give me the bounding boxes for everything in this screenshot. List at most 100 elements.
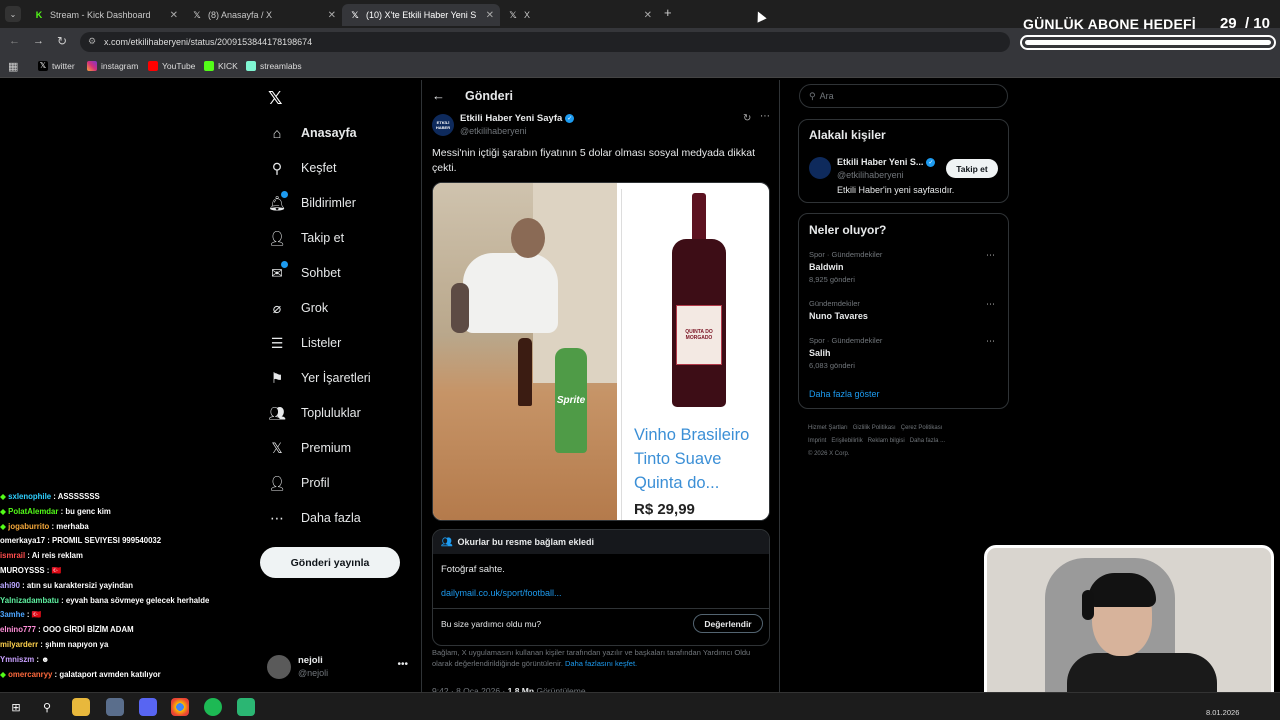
more-icon[interactable]: ⋯ bbox=[760, 111, 770, 122]
author-handle[interactable]: @etkilihaberyeni bbox=[460, 126, 527, 136]
wine-bottle bbox=[518, 338, 532, 406]
nav-messages[interactable]: ✉ Sohbet bbox=[268, 261, 341, 282]
forward-icon[interactable]: → bbox=[33, 35, 44, 47]
chat-message: 3amhe : 🇹🇷 bbox=[0, 608, 250, 623]
tab-x-post[interactable]: 𝕏 (10) X'te Etkili Haber Yeni Sayfa ✕ bbox=[342, 4, 500, 26]
close-tab-icon[interactable]: ✕ bbox=[328, 10, 336, 21]
trend-item[interactable]: Gündemdekiler Nuno Tavares ⋯ bbox=[809, 299, 999, 321]
more-icon[interactable]: ⋯ bbox=[986, 299, 995, 310]
show-more-link[interactable]: Daha fazla göster bbox=[809, 389, 880, 399]
chat-text: : ☻ bbox=[34, 654, 50, 664]
relevant-people-title: Alakalı kişiler bbox=[809, 128, 886, 142]
trend-item[interactable]: Spor · Gündemdekiler Salih 6,083 gönderi… bbox=[809, 336, 999, 370]
chrome-icon[interactable] bbox=[171, 698, 189, 716]
nav-follow[interactable]: 👤︎ Takip et bbox=[268, 229, 344, 247]
post-column: ← Gönderi ETKİLİ HABER Etkili Haber Yeni… bbox=[421, 80, 780, 696]
spotify-icon[interactable] bbox=[204, 698, 222, 716]
goal-count: 29 / 10 bbox=[1219, 15, 1270, 32]
nav-profile[interactable]: 👤︎ Profil bbox=[268, 474, 329, 492]
sprite-bottle: Sprite bbox=[555, 348, 587, 453]
more-icon[interactable]: ••• bbox=[397, 659, 408, 670]
note-source-link[interactable]: dailymail.co.uk/sport/football... bbox=[441, 588, 562, 598]
trend-item[interactable]: Spor · Gündemdekiler Baldwin 8,925 gönde… bbox=[809, 250, 999, 284]
bookmark-instagram[interactable]: instagram bbox=[87, 61, 138, 71]
nav-explore[interactable]: ⚲ Keşfet bbox=[268, 159, 337, 177]
grok-icon: ⌀ bbox=[272, 299, 282, 316]
chat-text: : Ai reis reklam bbox=[25, 551, 83, 561]
nav-premium[interactable]: 𝕏 Premium bbox=[268, 439, 351, 457]
taskbar-date: 8.01.2026 bbox=[1206, 708, 1240, 717]
chat-message: ◆ sxlenophile : ASSSSSSS bbox=[0, 490, 250, 505]
subscriber-badge-icon: ◆ bbox=[0, 669, 9, 679]
chat-username: elnino777 bbox=[0, 625, 36, 635]
post-image[interactable]: Sprite QUINTA DO MORGADO Vinho Brasileir… bbox=[432, 182, 770, 521]
reload-icon[interactable]: ↻ bbox=[57, 34, 67, 48]
chat-username: sxlenophile bbox=[8, 492, 52, 501]
bookmark-twitter[interactable]: 𝕏twitter bbox=[38, 61, 75, 71]
nav-lists[interactable]: ☰ Listeler bbox=[268, 334, 342, 352]
more-icon[interactable]: ⋯ bbox=[986, 250, 995, 261]
tab-kick-dashboard[interactable]: K Stream - Kick Dashboard ✕ bbox=[26, 4, 184, 26]
note-learn-more-link[interactable]: Daha fazlasını keşfet. bbox=[565, 659, 637, 668]
follow-button[interactable]: Takip et bbox=[946, 159, 998, 178]
tab-search-button[interactable]: ⌄ bbox=[5, 6, 21, 22]
close-tab-icon[interactable]: ✕ bbox=[486, 10, 494, 21]
nav-bookmarks[interactable]: ⚑ Yer İşaretleri bbox=[268, 369, 371, 387]
account-switcher[interactable]: nejoli @nejoli ••• bbox=[266, 655, 412, 681]
nav-grok[interactable]: ⌀ Grok bbox=[268, 299, 328, 317]
nav-home[interactable]: ⌂ Anasayfa bbox=[268, 124, 357, 142]
chat-username: omerkaya17 bbox=[0, 536, 46, 546]
windows-start-icon[interactable]: ⊞ bbox=[7, 698, 25, 716]
bookmark-icon: ⚑ bbox=[270, 369, 284, 386]
back-icon[interactable]: ← bbox=[9, 35, 20, 47]
new-tab-button[interactable]: + bbox=[664, 5, 672, 20]
bookmark-youtube[interactable]: YouTube bbox=[148, 61, 195, 71]
chat-text: : 🇹🇷 bbox=[24, 610, 42, 620]
discord-icon[interactable] bbox=[139, 698, 157, 716]
back-arrow-icon[interactable]: ← bbox=[432, 88, 445, 103]
chat-text: : OOO GİRDİ BİZİM ADAM bbox=[35, 625, 134, 635]
chat-message: ◆ jogaburrito : merhaba bbox=[0, 520, 250, 535]
close-tab-icon[interactable]: ✕ bbox=[170, 10, 178, 21]
author-name[interactable]: Etkili Haber Yeni Sayfa ✓ bbox=[460, 113, 575, 124]
apps-icon[interactable]: ▦ bbox=[8, 60, 18, 73]
site-info-icon[interactable]: ⚙ bbox=[88, 36, 96, 47]
youtube-icon bbox=[148, 61, 158, 71]
goal-progress-bar bbox=[1020, 35, 1276, 50]
x-icon: 𝕏 bbox=[509, 9, 517, 20]
post-button[interactable]: Gönderi yayınla bbox=[260, 547, 400, 578]
url-bar[interactable]: ⚙ x.com/etkilihaberyeni/status/200915384… bbox=[80, 32, 1010, 52]
nav-more[interactable]: ⋯ Daha fazla bbox=[268, 509, 361, 527]
communities-icon: 👥︎ bbox=[268, 404, 286, 421]
nav-notifications[interactable]: 🔔︎ Bildirimler bbox=[268, 191, 356, 212]
bottle-label: QUINTA DO MORGADO bbox=[676, 305, 722, 365]
relevant-name[interactable]: Etkili Haber Yeni S... ✓ bbox=[837, 157, 936, 167]
chat-username: omercanryy bbox=[8, 669, 53, 679]
bookmark-kick[interactable]: KICK bbox=[204, 61, 238, 71]
tab-x[interactable]: 𝕏 X ✕ bbox=[500, 4, 658, 26]
kick-icon: K bbox=[35, 10, 43, 20]
chat-username: jogaburrito bbox=[8, 521, 50, 531]
tab-x-home[interactable]: 𝕏 (8) Anasayfa / X ✕ bbox=[184, 4, 342, 26]
relevant-avatar[interactable] bbox=[809, 157, 831, 179]
chat-message: milyarderr : şıhım napıyon ya bbox=[0, 638, 250, 653]
chat-text: : 🇹🇷 bbox=[44, 565, 62, 575]
close-tab-icon[interactable]: ✕ bbox=[644, 10, 652, 21]
search-icon[interactable]: ⚲ bbox=[38, 698, 56, 716]
streaming-app-icon[interactable] bbox=[237, 698, 255, 716]
app-icon[interactable] bbox=[106, 698, 124, 716]
more-icon[interactable]: ⋯ bbox=[986, 336, 995, 347]
file-explorer-icon[interactable] bbox=[72, 698, 90, 716]
nav-communities[interactable]: 👥︎ Topluluklar bbox=[268, 404, 361, 422]
x-logo-icon[interactable]: 𝕏 bbox=[268, 88, 283, 109]
product-name: Vinho Brasileiro Tinto Suave Quinta do..… bbox=[634, 426, 750, 492]
author-avatar[interactable]: ETKİLİ HABER bbox=[432, 114, 454, 136]
instagram-icon bbox=[87, 61, 97, 71]
verified-icon: ✓ bbox=[926, 157, 936, 167]
search-input[interactable]: ⚲ Ara bbox=[799, 84, 1008, 108]
bookmark-streamlabs[interactable]: streamlabs bbox=[246, 61, 302, 71]
mouse-cursor-icon bbox=[753, 9, 767, 23]
rate-button[interactable]: Değerlendir bbox=[693, 614, 763, 633]
grok-explain-icon[interactable]: ↻ bbox=[743, 113, 751, 124]
message-badge bbox=[281, 261, 288, 268]
